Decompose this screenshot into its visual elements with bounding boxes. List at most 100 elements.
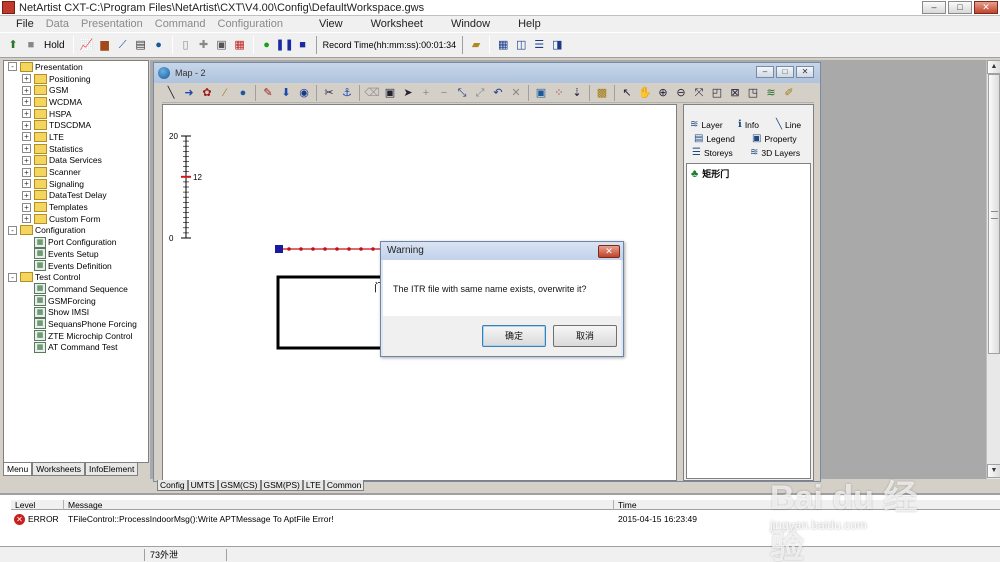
- route-point[interactable]: [371, 247, 375, 251]
- maximize-button[interactable]: □: [948, 1, 972, 14]
- menu-view[interactable]: View: [313, 18, 349, 30]
- tree-item[interactable]: + Custom Form: [4, 213, 148, 225]
- sheet-tab-gsmcs[interactable]: GSM(CS): [217, 480, 261, 491]
- marker-icon[interactable]: ⬇: [278, 85, 294, 101]
- log-header-message[interactable]: Message: [64, 500, 614, 510]
- save-icon[interactable]: ▣: [382, 85, 398, 101]
- menu-worksheet[interactable]: Worksheet: [365, 18, 429, 30]
- close-button[interactable]: ✕: [974, 1, 998, 14]
- pointer-icon[interactable]: ➤: [400, 85, 416, 101]
- ok-button[interactable]: 确定: [482, 325, 546, 347]
- scroll-up-button[interactable]: ▲: [987, 60, 1000, 74]
- globe-dropdown-icon[interactable]: ●: [235, 85, 251, 101]
- play-icon[interactable]: ●: [259, 37, 275, 53]
- full-view-icon[interactable]: ⊠: [727, 85, 743, 101]
- menu-configuration[interactable]: Configuration: [212, 18, 289, 30]
- map-close-button[interactable]: ✕: [796, 66, 814, 78]
- menu-help[interactable]: Help: [512, 18, 547, 30]
- globe-icon[interactable]: ●: [151, 37, 167, 53]
- stop-square-icon[interactable]: ■: [23, 37, 39, 53]
- pan-hand-icon[interactable]: ✋: [637, 85, 653, 101]
- tree-item[interactable]: - Test Control: [4, 271, 148, 283]
- tree-item[interactable]: ▦ Events Setup: [4, 248, 148, 260]
- tree-item[interactable]: + HSPA: [4, 108, 148, 120]
- expand-icon[interactable]: +: [22, 120, 31, 130]
- legend-item[interactable]: ♣ 矩形门: [691, 167, 806, 180]
- zoom-layer-icon[interactable]: ◳: [745, 85, 761, 101]
- sheet-tab-lte[interactable]: LTE: [302, 480, 324, 491]
- expand-icon[interactable]: +: [22, 179, 31, 189]
- redo-arrow-icon[interactable]: ➜: [181, 85, 197, 101]
- menu-window[interactable]: Window: [445, 18, 496, 30]
- select-cursor-icon[interactable]: ↖: [619, 85, 635, 101]
- line-chart-icon[interactable]: 📈: [79, 37, 95, 53]
- zoom-in-icon[interactable]: ⊕: [655, 85, 671, 101]
- planet-icon[interactable]: ◉: [296, 85, 312, 101]
- measure-icon[interactable]: ⁄: [217, 85, 233, 101]
- pattern-icon[interactable]: ▩: [594, 85, 610, 101]
- route-point[interactable]: [335, 247, 339, 251]
- sheet-tab-config[interactable]: Config: [157, 480, 188, 491]
- log-header-level[interactable]: Level: [11, 500, 64, 510]
- tree-item[interactable]: ▦ Command Sequence: [4, 283, 148, 295]
- map-window-titlebar[interactable]: Map - 2: [154, 63, 820, 83]
- door-rectangle[interactable]: [276, 275, 390, 350]
- document-icon[interactable]: ▯: [178, 37, 194, 53]
- bar-chart-icon[interactable]: ▆: [97, 37, 113, 53]
- tree-item[interactable]: ▦ Events Definition: [4, 260, 148, 272]
- tree-item[interactable]: ▦ ZTE Microchip Control: [4, 330, 148, 342]
- sheet-tab-common[interactable]: Common: [323, 480, 365, 491]
- cascade-windows-icon[interactable]: ◫: [513, 37, 529, 53]
- map-minimize-button[interactable]: –: [756, 66, 774, 78]
- dropdown-arrow-icon[interactable]: ⇣: [569, 85, 585, 101]
- menu-presentation[interactable]: Presentation: [75, 18, 149, 30]
- diagonal-icon[interactable]: ⤢: [472, 85, 488, 101]
- tree-item[interactable]: + LTE: [4, 131, 148, 143]
- tree-item[interactable]: ▦ GSMForcing: [4, 295, 148, 307]
- expand-icon[interactable]: +: [22, 144, 31, 154]
- route-point[interactable]: [323, 247, 327, 251]
- tab-property[interactable]: ▣ Property: [752, 133, 797, 144]
- cancel-button[interactable]: 取消: [553, 325, 617, 347]
- undo-icon[interactable]: ↶: [490, 85, 506, 101]
- eraser-icon[interactable]: ⌫: [364, 85, 380, 101]
- left-tab-menu[interactable]: Menu: [3, 463, 33, 476]
- expand-icon[interactable]: +: [22, 85, 31, 95]
- menu-command[interactable]: Command: [149, 18, 212, 30]
- brush-icon[interactable]: ✐: [781, 85, 797, 101]
- tile-windows-icon[interactable]: ▦: [495, 37, 511, 53]
- dialog-close-icon[interactable]: ✕: [598, 245, 620, 258]
- tree-item[interactable]: ▦ SequansPhone Forcing: [4, 318, 148, 330]
- log-header-time[interactable]: Time: [614, 500, 794, 510]
- collapse-icon[interactable]: -: [8, 225, 17, 235]
- expand-icon[interactable]: +: [22, 202, 31, 212]
- log-row[interactable]: ✕ ERROR TFileControl::ProcessIndoorMsg():…: [11, 513, 1000, 526]
- sheet-tab-gsmps[interactable]: GSM(PS): [260, 480, 303, 491]
- hold-button[interactable]: Hold: [44, 40, 65, 51]
- tree-item[interactable]: - Configuration: [4, 225, 148, 237]
- tree-item[interactable]: + Statistics: [4, 143, 148, 155]
- tree-item[interactable]: + DataTest Delay: [4, 190, 148, 202]
- tree-item[interactable]: + Signaling: [4, 178, 148, 190]
- report-icon[interactable]: ▤: [133, 37, 149, 53]
- scroll-thumb[interactable]: [988, 74, 1000, 354]
- menu-data[interactable]: Data: [40, 18, 75, 30]
- stop-icon[interactable]: ■: [295, 37, 311, 53]
- expand-icon[interactable]: +: [22, 109, 31, 119]
- draw-segment-icon[interactable]: ⤡: [454, 85, 470, 101]
- pause-icon[interactable]: ❚❚: [275, 37, 293, 53]
- route-point[interactable]: [311, 247, 315, 251]
- remove-node-icon[interactable]: −: [436, 85, 452, 101]
- route-point[interactable]: [359, 247, 363, 251]
- tile-vertical-icon[interactable]: ◨: [549, 37, 565, 53]
- open-folder-icon[interactable]: ▰: [468, 37, 484, 53]
- cut-icon[interactable]: ✂: [321, 85, 337, 101]
- zoom-extent-icon[interactable]: ⤧: [691, 85, 707, 101]
- tree-item[interactable]: + Positioning: [4, 73, 148, 85]
- dialog-titlebar[interactable]: Warning: [381, 242, 623, 260]
- tree-item[interactable]: + GSM: [4, 84, 148, 96]
- tree-item[interactable]: ▦ AT Command Test: [4, 341, 148, 354]
- cell-site-icon[interactable]: ✿: [199, 85, 215, 101]
- snapshot-icon[interactable]: ▣: [533, 85, 549, 101]
- expand-icon[interactable]: +: [22, 97, 31, 107]
